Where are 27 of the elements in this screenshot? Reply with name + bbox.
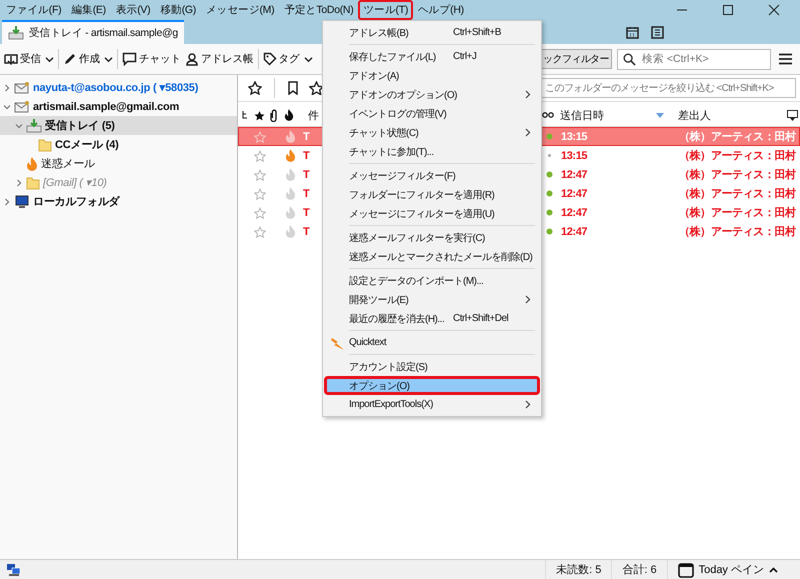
folder-name: [Gmail] ( ▾10): [43, 176, 107, 189]
date-cell-text: 13:15: [560, 150, 588, 162]
date-cell-text: 12:47: [560, 168, 588, 180]
subject-cell-text: T: [302, 226, 310, 238]
date-cell-text: 12:47: [560, 206, 588, 218]
date-cell-text: 12:47: [560, 188, 588, 200]
date-cell-text: 12:47: [560, 226, 588, 238]
sender-cell-text: （株）アーティス：田村: [678, 148, 796, 163]
sender-cell-text: （株）アーティス：田村: [678, 206, 796, 220]
sender-cell-text: （株）アーティス：田村: [678, 224, 796, 239]
date-cell-text: 13:15: [560, 130, 588, 142]
folder-name: 迷惑メール: [41, 156, 96, 171]
unread-count: 未読数: 5: [545, 560, 612, 579]
subject-cell-text: T: [302, 150, 310, 162]
subject-cell-text: T: [302, 206, 310, 218]
sender-cell-text: （株）アーティス：田村: [678, 186, 796, 201]
folder-name: CCメール (4): [55, 138, 119, 152]
folder-name: ローカルフォルダ: [33, 194, 120, 209]
subject-cell-text: T: [302, 130, 310, 142]
subject-cell-text: T: [302, 168, 310, 180]
sender-cell-text: （株）アーティス：田村: [678, 130, 796, 144]
folder-name: artismail.sample@gmail.com: [33, 100, 180, 112]
subject-cell-text: T: [302, 188, 310, 200]
folder-name: 受信トレイ (5): [45, 118, 115, 133]
total-count: 合計: 6: [611, 560, 667, 579]
folder-name: nayuta-t@asobou.co.jp ( ▾58035): [33, 81, 198, 94]
sender-cell-text: （株）アーティス：田村: [678, 168, 796, 182]
